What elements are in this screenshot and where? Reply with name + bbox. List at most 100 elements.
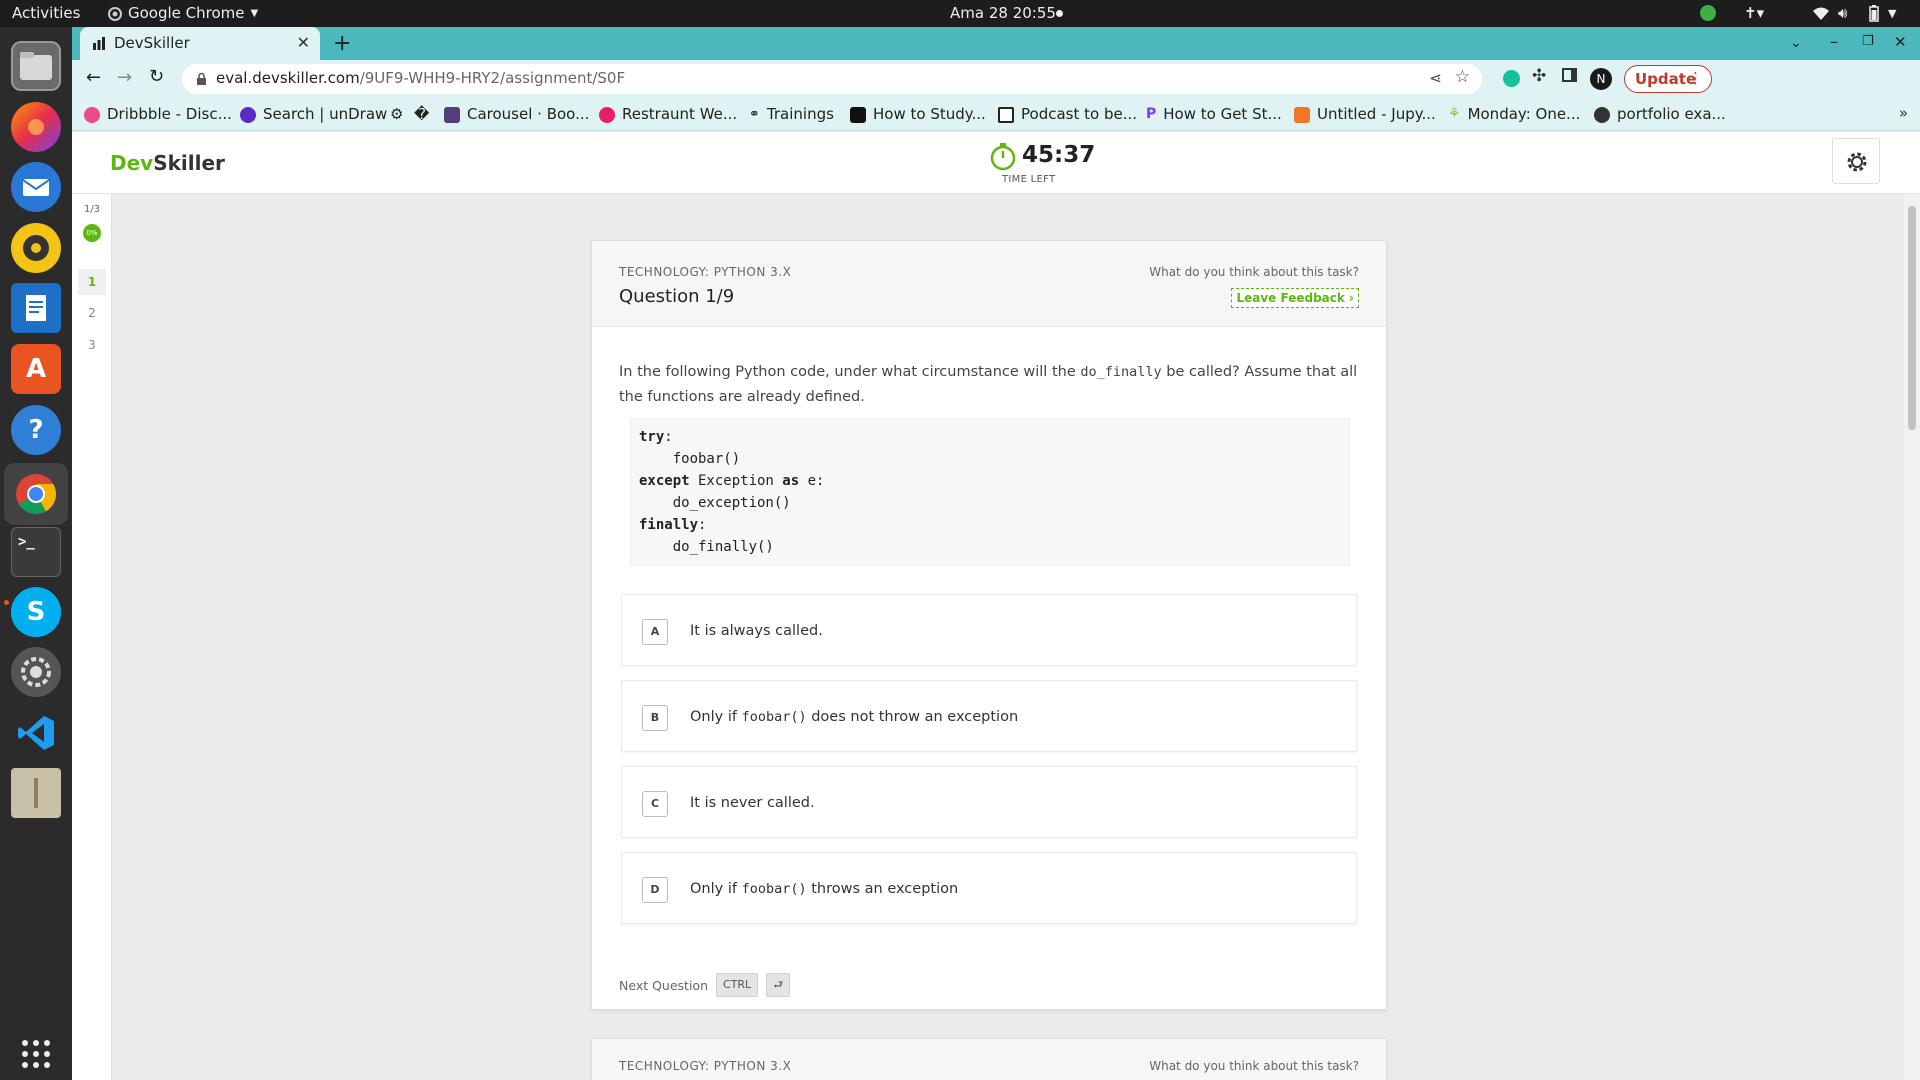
option-text-after: does not throw an exception [806, 709, 1019, 725]
system-menu-caret-icon[interactable]: ▼ [1888, 0, 1896, 27]
bookmark-globe[interactable]: ⚙ [390, 98, 403, 131]
app-center-icon[interactable]: A [11, 344, 61, 394]
answer-option-a[interactable]: A It is always called. [621, 594, 1357, 666]
logo-skiller: Skiller [153, 151, 225, 175]
close-window-icon[interactable]: ✕ [1894, 33, 1907, 51]
bookmarks-overflow-icon[interactable]: » [1899, 104, 1908, 122]
reload-icon[interactable]: ↻ [149, 66, 164, 87]
code-keyword-as: as [782, 473, 800, 489]
lock-icon [197, 72, 206, 85]
battery-icon[interactable] [1868, 0, 1880, 27]
grammarly-tray-icon[interactable] [1700, 5, 1716, 21]
scrollbar-thumb[interactable] [1908, 206, 1916, 430]
question-card-header: TECHNOLOGY: PYTHON 3.X What do you think… [592, 1039, 1386, 1080]
gear-icon [1847, 152, 1867, 172]
skype-icon[interactable]: S [11, 587, 61, 637]
wifi-icon[interactable] [1812, 0, 1830, 27]
code-line-do-finally: do_finally() [639, 539, 774, 555]
profile-avatar[interactable]: N [1590, 68, 1612, 90]
back-icon[interactable]: ← [86, 67, 101, 88]
nav-item-1[interactable]: 1 [78, 269, 106, 295]
bookmark-dribbble[interactable]: Dribbble - Disc... [84, 98, 232, 131]
maximize-icon[interactable]: ❐ [1862, 34, 1874, 49]
option-text-after: throws an exception [806, 881, 959, 897]
trainings-icon: ⚭ [749, 107, 760, 122]
omnibox[interactable]: eval.devskiller.com/9UF9-WHH9-HRY2/assig… [182, 64, 1482, 94]
globe-icon [1594, 106, 1610, 123]
tab-title: DevSkiller [114, 34, 190, 52]
answer-option-b[interactable]: B Only if foobar() does not throw an exc… [621, 680, 1357, 752]
nav-item-2[interactable]: 2 [78, 300, 106, 326]
firefox-icon[interactable] [11, 102, 61, 152]
bookmark-label: How to Study... [873, 105, 986, 123]
bookmark-how-to-get-st[interactable]: P How to Get St... [1146, 98, 1282, 131]
answer-option-c[interactable]: C It is never called. [621, 766, 1357, 838]
next-question-button[interactable]: Next Question CTRL ⮐ [619, 972, 791, 998]
update-button[interactable]: Update ⋮ [1624, 65, 1712, 93]
feedback-prompt: What do you think about this task? [1149, 265, 1359, 279]
question-prompt: In the following Python code, under what… [619, 360, 1359, 410]
nav-item-3[interactable]: 3 [78, 332, 106, 358]
url-host: eval.devskiller.com [216, 69, 360, 87]
forward-icon[interactable]: → [117, 67, 132, 88]
volume-icon[interactable]: 🔊︎ [1838, 0, 1847, 27]
running-indicator [4, 600, 9, 605]
option-key: A [642, 619, 668, 645]
chrome-dock-slot[interactable] [4, 463, 68, 525]
vscode-icon[interactable] [11, 708, 61, 758]
progress-fraction: 1/3 [83, 204, 101, 215]
option-text: Only if foobar() does not throw an excep… [690, 681, 1018, 753]
new-tab-icon[interactable]: + [333, 31, 351, 56]
code-keyword-try: try [639, 429, 665, 445]
bookmark-restraunt[interactable]: Restraunt We... [599, 98, 737, 131]
chrome-small-icon [108, 6, 122, 21]
thunderbird-icon[interactable] [11, 162, 61, 212]
devskiller-logo[interactable]: DevSkiller [110, 151, 225, 175]
tab-search-icon[interactable]: ⌄ [1790, 35, 1802, 51]
bookmark-undraw[interactable]: Search | unDraw [240, 98, 387, 131]
tab-close-icon[interactable]: ✕ [297, 33, 310, 52]
stopwatch-icon [990, 143, 1016, 171]
bookmark-unknown[interactable]: � [414, 98, 429, 131]
app-menu[interactable]: Google Chrome ▼ [108, 0, 258, 27]
bookmark-star-icon[interactable]: ☆ [1455, 67, 1470, 87]
code-colon: : [664, 429, 673, 445]
help-icon[interactable]: ? [11, 405, 61, 455]
libreoffice-writer-icon[interactable] [11, 283, 61, 333]
minimize-icon[interactable]: – [1830, 32, 1838, 51]
question-title: Question 1/9 [619, 286, 735, 307]
activities-button[interactable]: Activities [12, 0, 80, 27]
clock[interactable]: Ama 28 20:55 [950, 0, 1056, 27]
bookmark-portfolio[interactable]: portfolio exa... [1594, 98, 1726, 131]
side-panel-icon[interactable] [1562, 68, 1577, 82]
bookmark-trainings[interactable]: ⚭ Trainings [749, 98, 834, 131]
enter-key-icon: ⮐ [766, 973, 791, 997]
question-card-header: TECHNOLOGY: PYTHON 3.X Question 1/9 What… [592, 241, 1386, 327]
caret-down-icon: ▼ [250, 8, 259, 19]
bookmark-carousel[interactable]: Carousel · Boo... [444, 98, 589, 131]
settings-button[interactable] [1832, 138, 1880, 184]
bookmark-monday[interactable]: ⚘ Monday: One... [1448, 98, 1580, 131]
bookmark-podcast[interactable]: Podcast to be... [998, 98, 1137, 131]
answer-option-d[interactable]: D Only if foobar() throws an exception [621, 852, 1357, 924]
option-inline-code: foobar() [741, 709, 807, 725]
bookmark-jupyter[interactable]: Untitled - Jupy... [1294, 98, 1436, 131]
terminal-icon[interactable]: >_ [11, 527, 61, 577]
code-line-foobar: foobar() [639, 451, 741, 467]
leave-feedback-button[interactable]: Leave Feedback › [1231, 288, 1359, 308]
share-icon[interactable]: ⋖ [1429, 69, 1442, 87]
extensions-puzzle-icon[interactable]: ✣ [1532, 66, 1546, 86]
rhythmbox-icon[interactable] [11, 223, 61, 273]
page-scrollbar[interactable] [1904, 194, 1920, 1080]
accessibility-icon[interactable]: ✝▾ [1744, 0, 1764, 27]
settings-icon[interactable] [11, 647, 61, 697]
option-text: It is never called. [690, 767, 815, 839]
archive-manager-icon[interactable] [11, 768, 61, 818]
files-icon[interactable] [11, 41, 61, 91]
grammarly-extension-icon[interactable] [1503, 70, 1520, 87]
tab-devskiller[interactable]: DevSkiller ✕ [80, 27, 320, 60]
option-inline-code: foobar() [741, 881, 807, 897]
show-applications-icon[interactable] [11, 1029, 61, 1079]
nav-item-label: 3 [88, 338, 96, 352]
bookmark-how-to-study[interactable]: How to Study... [850, 98, 986, 131]
